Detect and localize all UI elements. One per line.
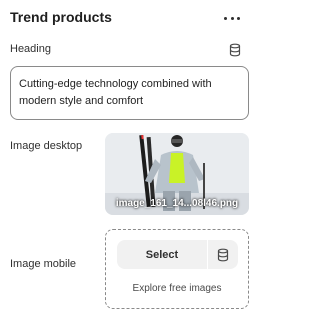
- image-desktop-label: Image desktop: [10, 140, 83, 152]
- image-desktop-preview[interactable]: image_161_14...08l46.png: [105, 133, 249, 215]
- image-filename: image_161_14...08l46.png: [115, 198, 239, 209]
- dynamic-source-button[interactable]: [208, 240, 238, 269]
- more-options-icon[interactable]: [224, 12, 240, 24]
- select-image-button[interactable]: Select: [117, 240, 207, 269]
- database-icon: [217, 248, 229, 261]
- panel-title: Trend products: [10, 9, 112, 25]
- database-icon[interactable]: [228, 43, 242, 57]
- heading-textarea[interactable]: Cutting-edge technology combined with mo…: [10, 66, 249, 120]
- explore-free-images-link[interactable]: Explore free images: [106, 283, 248, 294]
- image-mobile-dropzone[interactable]: Select Explore free images: [105, 229, 249, 309]
- image-mobile-label: Image mobile: [10, 258, 77, 270]
- heading-label: Heading: [10, 43, 51, 55]
